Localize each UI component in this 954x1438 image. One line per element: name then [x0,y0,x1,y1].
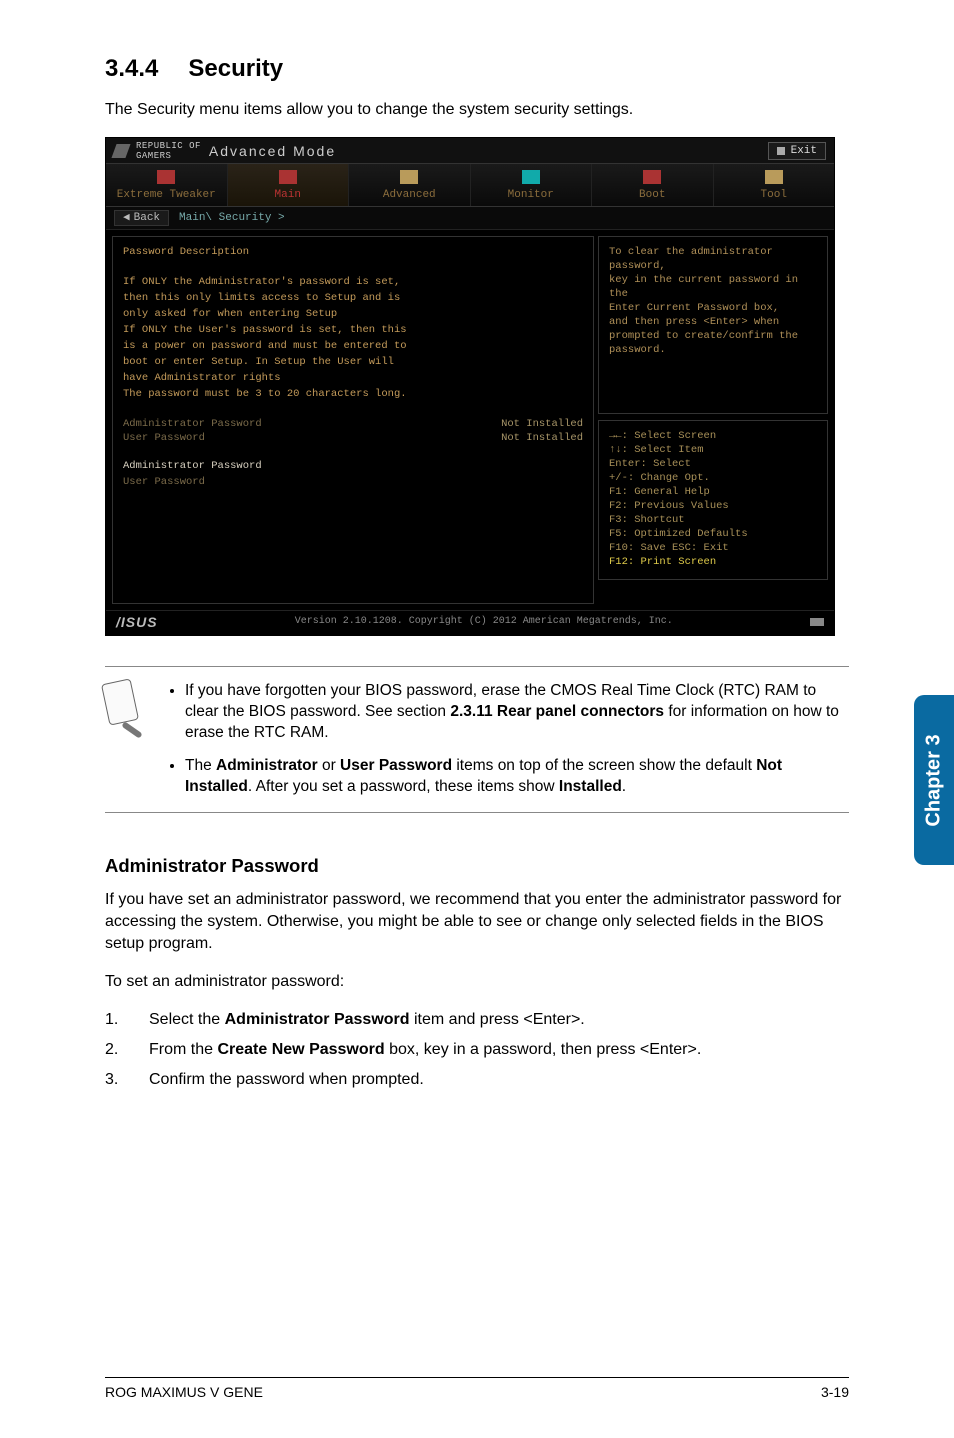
tab-advanced[interactable]: Advanced [349,164,471,206]
note-callout: If you have forgotten your BIOS password… [105,666,849,813]
tool-icon [765,170,783,184]
bios-mode-label: Advanced Mode [209,144,336,158]
bios-main-panel: Password Description If ONLY the Adminis… [112,236,594,604]
tab-extreme-tweaker[interactable]: Extreme Tweaker [106,164,228,206]
chapter-side-tab: Chapter 3 [914,695,954,865]
admin-password-item[interactable]: Administrator Password [123,459,583,473]
boot-icon [643,170,661,184]
extreme-tweaker-icon [157,170,175,184]
page-footer: ROG MAXIMUS V GENE 3-19 [105,1377,849,1400]
footer-product-name: ROG MAXIMUS V GENE [105,1384,263,1400]
user-password-item[interactable]: User Password [123,475,583,489]
rog-logo-icon [111,144,130,158]
footer-page-number: 3-19 [821,1384,849,1400]
tab-main[interactable]: Main [228,164,350,206]
note-item-1: If you have forgotten your BIOS password… [185,681,849,744]
note-item-2: The Administrator or User Password items… [185,756,849,798]
bios-help-box: To clear the administrator password, key… [598,236,828,414]
bios-version-text: Version 2.10.1208. Copyright (C) 2012 Am… [295,615,673,629]
tab-monitor[interactable]: Monitor [471,164,593,206]
exit-icon [777,147,785,155]
step-1: 1. Select the Administrator Password ite… [105,1009,849,1031]
note-icon [105,681,139,731]
bios-footer: /ISUS Version 2.10.1208. Copyright (C) 2… [106,610,834,635]
step-3: 3. Confirm the password when prompted. [105,1069,849,1091]
bios-brand: REPUBLIC OF GAMERS Advanced Mode [114,141,336,161]
back-arrow-icon: ◀ [123,211,130,225]
intro-text: The Security menu items allow you to cha… [105,101,849,119]
admin-password-status-row: Administrator Password Not Installed [123,417,583,431]
tab-tool[interactable]: Tool [714,164,835,206]
user-password-status: Not Installed [501,431,583,445]
main-icon [279,170,297,184]
tab-boot[interactable]: Boot [592,164,714,206]
step-2: 2. From the Create New Password box, key… [105,1039,849,1061]
admin-password-lead: To set an administrator password: [105,971,849,993]
bios-screenshot: REPUBLIC OF GAMERS Advanced Mode Exit Ex… [105,137,835,636]
bios-exit-button[interactable]: Exit [768,142,826,160]
asus-logo: /ISUS [116,615,158,629]
bios-tab-bar: Extreme Tweaker Main Advanced Monitor Bo… [106,164,834,207]
admin-password-status: Not Installed [501,417,583,431]
bios-brand-text: REPUBLIC OF GAMERS [136,141,201,161]
password-description-title: Password Description [123,245,583,259]
bios-key-help-box: →←: Select Screen ↑↓: Select Item Enter:… [598,420,828,580]
admin-password-steps: 1. Select the Administrator Password ite… [105,1009,849,1091]
section-number: 3.4.4 [105,55,158,83]
bios-breadcrumb: ◀ Back Main\ Security > [106,207,834,230]
user-password-status-row: User Password Not Installed [123,431,583,445]
usb-icon [810,618,824,626]
bios-back-button[interactable]: ◀ Back [114,210,169,226]
advanced-icon [400,170,418,184]
monitor-icon [522,170,540,184]
bios-exit-label: Exit [791,144,817,158]
section-title: Security [188,55,283,83]
admin-password-heading: Administrator Password [105,855,849,877]
breadcrumb-path: Main\ Security > [179,211,285,225]
admin-password-paragraph: If you have set an administrator passwor… [105,889,849,955]
